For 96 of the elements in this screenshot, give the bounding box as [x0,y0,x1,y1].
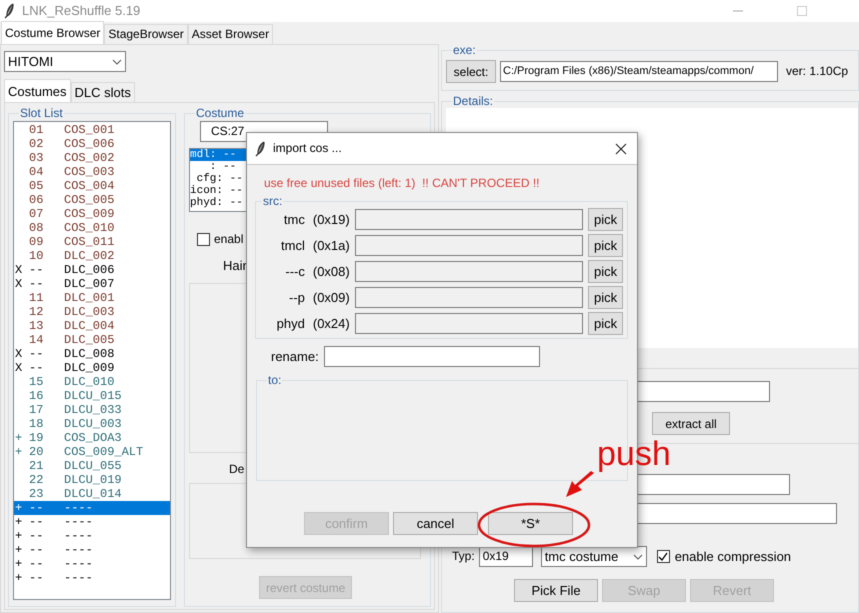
section-label: Hair [223,258,247,274]
version-label: ver: 1.10Cp [786,64,848,79]
dialog-button[interactable]: *S* [488,512,573,536]
file-code-label: (0x08) [312,264,350,280]
select-button[interactable]: select: [446,60,496,83]
warning-message: use free unused files (left: 1) !! CAN'T PROCEED !! [264,176,541,190]
slot-row[interactable]: 03 COS_002 [14,151,170,165]
action-button[interactable]: Pick File [514,579,598,602]
file-code-label: (0x09) [312,290,350,306]
slot-row[interactable]: 09 COS_011 [14,235,170,249]
slot-row[interactable]: 13 DLC_004 [14,319,170,333]
slot-row[interactable]: + -- ---- [14,501,170,515]
slot-row[interactable]: X -- DLC_009 [14,361,170,375]
check-icon [658,552,668,561]
chevron-icon [112,58,122,64]
slot-row[interactable]: + -- ---- [14,557,170,571]
source-field[interactable] [354,209,584,230]
type-field[interactable]: 0x19 [478,546,533,567]
type-dropdown[interactable]: tmc costume [540,546,647,567]
tab[interactable]: Costume Browser [1,21,104,44]
source-field[interactable] [354,287,584,308]
slot-row[interactable]: 08 COS_010 [14,221,170,235]
slot-row[interactable]: 02 COS_006 [14,137,170,151]
checkbox-label: enabl [214,232,244,246]
pick-button[interactable]: pick [588,260,623,284]
pick-button[interactable]: pick [588,234,623,258]
tab[interactable]: Costumes [4,79,71,102]
path-field[interactable]: C:/Program Files (x86)/Steam/steamapps/common/ [500,61,778,82]
dialog-title: import cos ... [273,141,342,156]
tab[interactable]: Asset Browser [188,24,274,44]
pick-button[interactable]: pick [588,208,623,232]
close-icon[interactable] [615,142,627,154]
group-title: to: [267,373,282,388]
feather-icon [4,3,14,19]
source-field[interactable] [354,235,584,256]
checkbox-label: enable compression [674,548,792,564]
slot-row[interactable]: 16 DLCU_015 [14,389,170,403]
slot-row[interactable]: 12 DLC_003 [14,305,170,319]
window-title: LNK_ReShuffle 5.19 [22,3,140,19]
slot-row[interactable]: 21 DLCU_055 [14,459,170,473]
group-title: src: [262,194,284,208]
group-title: Slot List [19,106,64,120]
file-type-label: tmc [284,212,305,228]
group-title: Details: [452,94,494,108]
slot-row[interactable]: + -- ---- [14,571,170,585]
slot-row[interactable]: 05 COS_004 [14,179,170,193]
annotation-text: push [597,434,671,474]
file-type-label: ---c [285,264,305,280]
tab[interactable]: DLC slots [70,82,135,102]
checkbox[interactable] [197,232,210,246]
file-type-label: --p [288,290,305,306]
file-type-label: phyd [276,316,305,332]
character-dropdown[interactable]: HITOMI [4,51,126,72]
slot-row[interactable]: 18 DLCU_003 [14,417,170,431]
maximize-icon [797,6,807,16]
dialog-button[interactable]: cancel [393,512,478,536]
slot-row[interactable]: X -- DLC_008 [14,347,170,361]
slot-row[interactable]: + 19 COS_DOA3 [14,431,170,445]
slot-row[interactable]: + -- ---- [14,529,170,543]
slot-row[interactable]: 10 DLC_002 [14,249,170,263]
rename-field[interactable] [324,346,540,368]
file-code-label: (0x19) [312,212,350,228]
slot-row[interactable]: 01 COS_001 [14,123,170,137]
pick-button[interactable]: pick [588,286,623,310]
field-label: rename: [271,349,319,365]
slot-row[interactable]: X -- DLC_007 [14,277,170,291]
section-label: De [229,462,244,476]
slot-row[interactable]: 22 DLCU_019 [14,473,170,487]
slot-row[interactable]: 17 DLCU_033 [14,403,170,417]
slot-row[interactable]: + -- ---- [14,543,170,557]
arrow-icon [564,470,596,499]
slot-row[interactable]: 15 DLC_010 [14,375,170,389]
slot-row[interactable]: + -- ---- [14,515,170,529]
group-title: Costume [195,106,246,120]
slot-row[interactable]: + 20 COS_009_ALT [14,445,170,459]
group-title: exe: [452,43,477,57]
source-field[interactable] [354,261,584,282]
feather-icon [255,140,265,156]
slot-row[interactable]: 04 COS_003 [14,165,170,179]
file-type-label: tmcl [281,238,305,254]
source-field[interactable] [354,313,584,334]
chevron-icon [632,554,643,560]
pick-button[interactable]: pick [588,312,623,336]
slot-row[interactable]: 23 DLCU_014 [14,487,170,501]
tab[interactable]: StageBrowser [104,24,188,44]
slot-row[interactable]: 06 COS_005 [14,193,170,207]
slot-row[interactable]: 14 DLC_005 [14,333,170,347]
slot-row[interactable]: X -- DLC_006 [14,263,170,277]
checkbox[interactable] [656,550,670,563]
type-label: Typ: [452,549,475,564]
slot-row[interactable]: 11 DLC_001 [14,291,170,305]
file-code-label: (0x24) [312,316,350,332]
slot-row[interactable]: 07 COS_009 [14,207,170,221]
extract-all-button[interactable]: extract all [652,412,730,435]
slot-listbox[interactable] [13,121,171,600]
file-code-label: (0x1a) [312,238,350,254]
